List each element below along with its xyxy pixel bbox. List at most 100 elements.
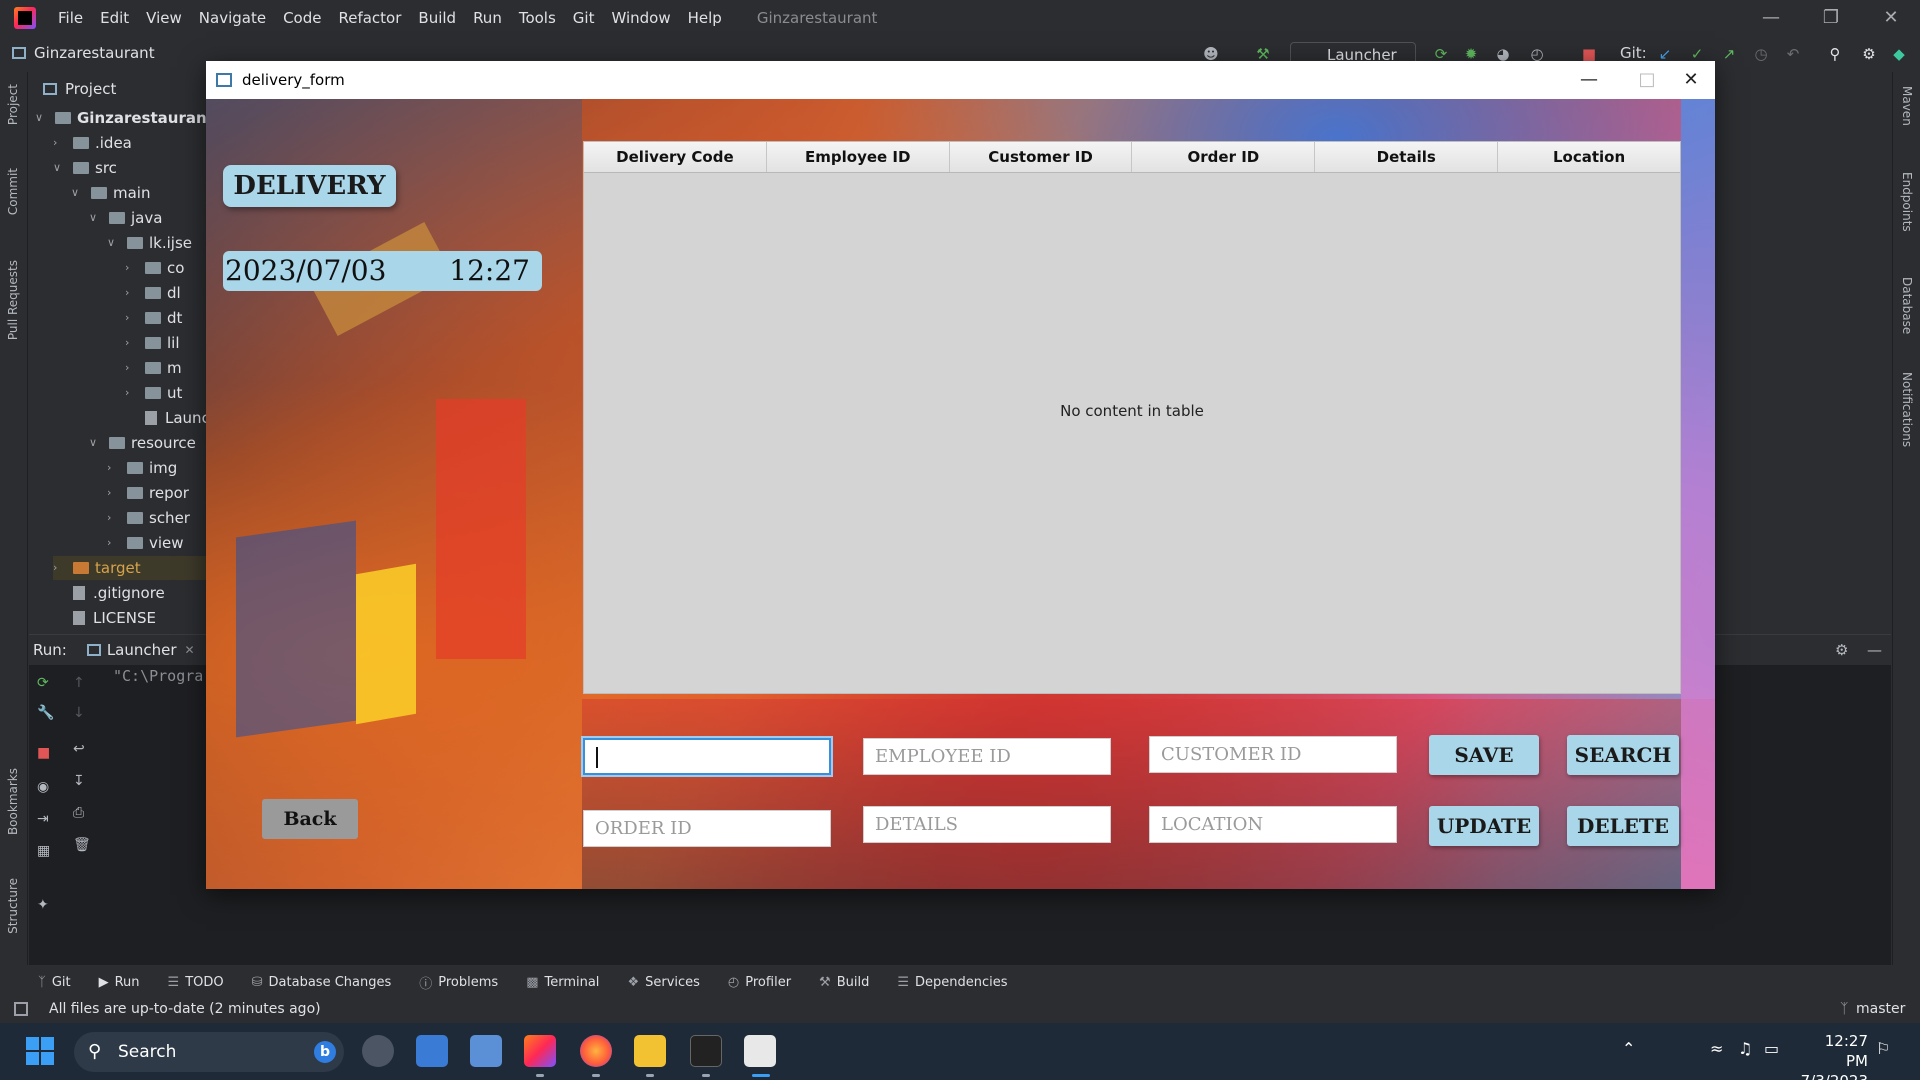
project-tree-item[interactable]: › dl (125, 281, 181, 305)
chevron-down-icon[interactable]: ∨ (89, 431, 103, 455)
chevron-right-icon[interactable]: › (53, 556, 67, 580)
close-tab-icon[interactable]: ✕ (185, 643, 195, 657)
chevron-right-icon[interactable]: › (107, 506, 121, 530)
project-tree-item[interactable]: ∨ Ginzarestaurant (35, 106, 209, 130)
project-tree-item[interactable]: › .idea (53, 131, 132, 155)
menu-git[interactable]: Git (573, 9, 595, 27)
window-minimize-button[interactable]: — (1566, 61, 1612, 99)
project-tree-item[interactable]: › target (53, 556, 209, 580)
project-tree-item[interactable]: › lil (125, 331, 180, 355)
project-tree-item[interactable]: › img (107, 456, 177, 480)
project-tree-item[interactable]: › dt (125, 306, 182, 330)
intellij-app-icon[interactable] (524, 1035, 556, 1067)
battery-icon[interactable]: ▭ (1764, 1039, 1779, 1058)
toolbar-project-selector[interactable]: Ginzarestaurant (12, 44, 155, 62)
chevron-right-icon[interactable]: › (107, 456, 121, 480)
delivery-code-field[interactable] (583, 738, 831, 775)
menu-edit[interactable]: Edit (100, 9, 129, 27)
column-customer-id[interactable]: Customer ID (950, 142, 1133, 172)
tray-clock[interactable]: 12:27 PM 7/3/2023 (1800, 1031, 1868, 1080)
project-panel-title[interactable]: Project (65, 80, 116, 98)
status-panel-icon[interactable] (14, 1002, 28, 1016)
plugin-icon[interactable]: ◆ (1890, 45, 1908, 63)
camera-icon[interactable]: ◉ (37, 779, 49, 795)
chevron-right-icon[interactable]: › (125, 356, 139, 380)
stripe-pull-requests[interactable]: Pull Requests (6, 260, 20, 340)
run-tab-launcher[interactable]: Launcher (107, 641, 177, 659)
stripe-maven[interactable]: Maven (1900, 86, 1914, 126)
delivery-table[interactable]: Delivery Code Employee ID Customer ID Or… (583, 141, 1681, 694)
git-push-icon[interactable]: ↗ (1720, 45, 1738, 63)
run-settings-gear-icon[interactable]: ⚙ (1835, 641, 1848, 659)
menu-view[interactable]: View (146, 9, 182, 27)
rerun-icon[interactable]: ⟳ (37, 675, 49, 691)
save-button[interactable]: SAVE (1429, 735, 1539, 775)
terminal-app-icon[interactable] (690, 1035, 722, 1067)
column-details[interactable]: Details (1315, 142, 1499, 172)
java-app-icon[interactable] (744, 1035, 776, 1067)
window-maximize-button[interactable]: □ (1624, 61, 1670, 99)
run-console-output[interactable]: "C:\Progra (113, 667, 203, 685)
firefox-app-icon[interactable] (580, 1035, 612, 1067)
details-field[interactable]: DETAILS (863, 806, 1111, 843)
stripe-database[interactable]: Database (1900, 277, 1914, 334)
chevron-up-icon[interactable]: ⌃ (1622, 1039, 1635, 1058)
project-tree-item[interactable]: Launc (125, 406, 209, 430)
chevron-down-icon[interactable]: ∨ (53, 156, 67, 180)
search-icon[interactable]: ⚲ (1826, 45, 1844, 63)
pin-icon[interactable]: ✦ (37, 897, 49, 913)
search-button[interactable]: SEARCH (1567, 735, 1679, 775)
stop-icon[interactable]: ■ (37, 745, 50, 761)
delivery-window-titlebar[interactable]: delivery_form — □ ✕ (206, 61, 1715, 99)
order-id-field[interactable]: ORDER ID (583, 810, 831, 847)
project-tree-item[interactable]: ∨ resource (89, 431, 196, 455)
chevron-down-icon[interactable]: ∨ (71, 181, 85, 205)
project-tree-item[interactable]: › repor (107, 481, 189, 505)
project-tree-item[interactable]: .gitignore (53, 581, 165, 605)
menu-file[interactable]: File (58, 9, 83, 27)
chevron-right-icon[interactable]: › (125, 306, 139, 330)
project-tree-item[interactable]: › co (125, 256, 184, 280)
stripe-project[interactable]: Project (6, 84, 20, 125)
chevron-right-icon[interactable]: › (125, 256, 139, 280)
scroll-to-end-icon[interactable]: ↧ (73, 773, 85, 789)
chevron-right-icon[interactable]: › (125, 331, 139, 355)
menu-help[interactable]: Help (688, 9, 722, 27)
update-button[interactable]: UPDATE (1429, 806, 1539, 846)
project-tree-item[interactable]: ∨ java (89, 206, 162, 230)
chevron-down-icon[interactable]: ∨ (35, 106, 49, 130)
project-tree-item[interactable]: LICENSE (53, 606, 156, 630)
project-tree-item[interactable]: ∨ main (71, 181, 150, 205)
stripe-structure[interactable]: Structure (6, 878, 20, 934)
employee-id-field[interactable]: EMPLOYEE ID (863, 738, 1111, 775)
chevron-right-icon[interactable]: › (107, 531, 121, 555)
project-tree-item[interactable]: › view (107, 531, 184, 555)
stripe-commit[interactable]: Commit (6, 168, 20, 215)
menu-refactor[interactable]: Refactor (338, 9, 401, 27)
menu-tools[interactable]: Tools (519, 9, 556, 27)
git-branch-label[interactable]: master (1856, 1001, 1905, 1017)
volume-icon[interactable]: ♫ (1738, 1039, 1752, 1058)
windows-start-icon[interactable] (26, 1037, 54, 1065)
project-tree-item[interactable]: › scher (107, 506, 190, 530)
up-arrow-icon[interactable]: ↑ (73, 675, 85, 691)
project-tree-item[interactable]: › ut (125, 381, 182, 405)
layout-icon[interactable]: ▦ (37, 843, 50, 859)
menu-navigate[interactable]: Navigate (199, 9, 266, 27)
chevron-down-icon[interactable]: ∨ (89, 206, 103, 230)
chevron-right-icon[interactable]: › (125, 381, 139, 405)
tool-tab-problems[interactable]: ⓘ Problems (419, 973, 498, 992)
notification-bell-icon[interactable]: ⚐ (1876, 1039, 1890, 1058)
wrench-icon[interactable]: 🔧 (37, 705, 54, 721)
tool-tab-profiler[interactable]: ◴ Profiler (728, 975, 791, 990)
trash-icon[interactable]: 🗑 (73, 837, 91, 853)
delete-button[interactable]: DELETE (1567, 806, 1679, 846)
tool-tab-run[interactable]: ▶ Run (99, 975, 140, 990)
run-hide-icon[interactable]: — (1867, 641, 1882, 659)
chevron-right-icon[interactable]: › (125, 281, 139, 305)
back-button[interactable]: Back (262, 799, 358, 839)
control-panel-app-icon[interactable] (416, 1035, 448, 1067)
tool-tab-build[interactable]: ⚒ Build (819, 975, 869, 990)
project-tree-item[interactable]: ∨ src (53, 156, 117, 180)
taskbar-search[interactable]: ⚲ Search b (74, 1032, 344, 1072)
